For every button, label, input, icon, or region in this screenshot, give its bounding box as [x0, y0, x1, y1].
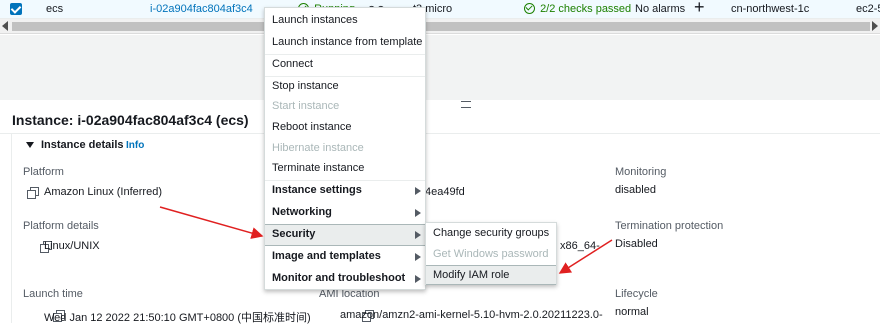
annotation-arrows: [159, 206, 613, 274]
arrow-to-security: [159, 206, 264, 239]
arrow-to-modify-iam-role: [558, 239, 613, 274]
